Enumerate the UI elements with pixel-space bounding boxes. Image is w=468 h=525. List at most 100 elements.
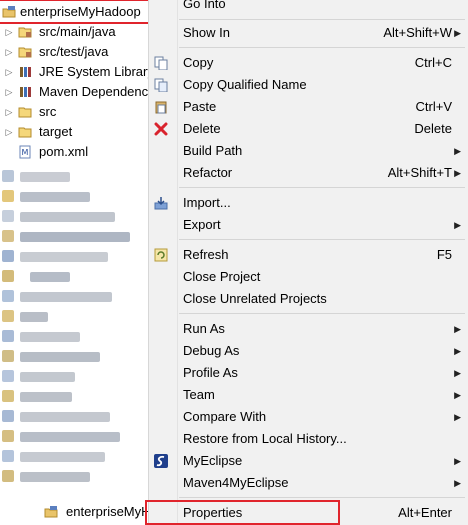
menu-item-profile-as[interactable]: Profile As ▶ bbox=[149, 362, 468, 384]
menu-item-myeclipse[interactable]: MyEclipse ▶ bbox=[149, 450, 468, 472]
menu-item-restore-local-history[interactable]: Restore from Local History... bbox=[149, 428, 468, 450]
menu-item-close-project[interactable]: Close Project bbox=[149, 266, 468, 288]
menu-separator bbox=[179, 47, 465, 48]
menu-item-label: Team bbox=[183, 387, 215, 402]
folder-icon bbox=[18, 107, 32, 118]
menu-item-label: Copy Qualified Name bbox=[183, 77, 307, 92]
tree-item-label: JRE System Library bbox=[39, 64, 148, 79]
menu-item-label: Compare With bbox=[183, 409, 267, 424]
menu-item-label: Import... bbox=[183, 195, 231, 210]
menu-item-compare-with[interactable]: Compare With ▶ bbox=[149, 406, 468, 428]
menu-item-accelerator: Ctrl+V bbox=[415, 99, 452, 114]
menu-item-team[interactable]: Team ▶ bbox=[149, 384, 468, 406]
menu-separator bbox=[179, 239, 465, 240]
submenu-arrow-icon: ▶ bbox=[454, 412, 461, 422]
package-explorer-tree: enterpriseMyHadoop ▷ src/main/java ▷ src… bbox=[0, 0, 148, 525]
menu-item-label: Maven4MyEclipse bbox=[183, 475, 289, 490]
expand-arrow-icon[interactable]: ▷ bbox=[4, 122, 14, 142]
menu-item-import[interactable]: Import... bbox=[149, 192, 468, 214]
menu-item-label: Go Into bbox=[183, 0, 226, 11]
menu-item-build-path[interactable]: Build Path ▶ bbox=[149, 140, 468, 162]
maven-file-icon: M bbox=[19, 145, 31, 159]
menu-item-export[interactable]: Export ▶ bbox=[149, 214, 468, 236]
delete-icon bbox=[154, 122, 168, 136]
copy-icon bbox=[154, 56, 168, 70]
submenu-arrow-icon: ▶ bbox=[454, 168, 461, 178]
copy-qualified-icon bbox=[154, 78, 168, 92]
menu-item-label: Close Unrelated Projects bbox=[183, 291, 327, 306]
tree-item-label: src bbox=[39, 104, 57, 119]
menu-item-label: Close Project bbox=[183, 269, 261, 284]
tree-item-label: target bbox=[39, 124, 73, 139]
submenu-arrow-icon: ▶ bbox=[454, 324, 461, 334]
menu-item-label: Delete bbox=[183, 121, 221, 136]
context-menu: Go Into Show In Alt+Shift+W ▶ Copy Ctrl+… bbox=[148, 0, 468, 525]
menu-item-accelerator: Ctrl+C bbox=[414, 55, 452, 70]
menu-item-close-unrelated[interactable]: Close Unrelated Projects bbox=[149, 288, 468, 310]
menu-item-maven4myeclipse[interactable]: Maven4MyEclipse ▶ bbox=[149, 472, 468, 494]
menu-item-label: Run As bbox=[183, 321, 225, 336]
menu-separator bbox=[179, 187, 465, 188]
expand-arrow-icon[interactable]: ▷ bbox=[4, 102, 14, 122]
menu-item-accelerator: Alt+Shift+W bbox=[383, 25, 452, 40]
tree-item-label: Maven Dependencies bbox=[39, 84, 148, 99]
submenu-arrow-icon: ▶ bbox=[454, 390, 461, 400]
menu-item-label: Show In bbox=[183, 25, 230, 40]
menu-item-debug-as[interactable]: Debug As ▶ bbox=[149, 340, 468, 362]
menu-separator bbox=[179, 497, 465, 498]
menu-item-show-in[interactable]: Show In Alt+Shift+W ▶ bbox=[149, 22, 468, 44]
menu-item-label: Paste bbox=[183, 99, 217, 114]
expand-arrow-icon[interactable]: ▷ bbox=[4, 42, 14, 62]
library-icon bbox=[20, 67, 31, 77]
submenu-arrow-icon: ▶ bbox=[454, 456, 461, 466]
menu-item-delete[interactable]: Delete Delete bbox=[149, 118, 468, 140]
menu-item-run-as[interactable]: Run As ▶ bbox=[149, 318, 468, 340]
expand-arrow-icon[interactable]: ▷ bbox=[4, 22, 14, 42]
tree-item-label: src/main/java bbox=[39, 24, 116, 39]
menu-item-label: Restore from Local History... bbox=[183, 431, 347, 446]
menu-separator bbox=[179, 313, 465, 314]
menu-item-refactor[interactable]: Refactor Alt+Shift+T ▶ bbox=[149, 162, 468, 184]
menu-item-label: Build Path bbox=[183, 143, 243, 158]
folder-icon bbox=[18, 127, 32, 138]
expand-arrow-icon[interactable]: ▷ bbox=[4, 62, 14, 82]
project-icon bbox=[44, 506, 58, 518]
menu-item-label: Copy bbox=[183, 55, 214, 70]
menu-item-label: Refresh bbox=[183, 247, 229, 262]
import-icon bbox=[154, 197, 168, 210]
menu-item-copy[interactable]: Copy Ctrl+C bbox=[149, 52, 468, 74]
tree-item-label: src/test/java bbox=[39, 44, 109, 59]
menu-item-label: Export bbox=[183, 217, 221, 232]
tree-item-label: pom.xml bbox=[39, 144, 89, 159]
menu-item-paste[interactable]: Paste Ctrl+V bbox=[149, 96, 468, 118]
menu-item-label: Refactor bbox=[183, 165, 233, 180]
tree-root-label: enterpriseMyHadoop bbox=[20, 4, 141, 19]
menu-item-copy-qualified-name[interactable]: Copy Qualified Name bbox=[149, 74, 468, 96]
menu-item-accelerator: Alt+Shift+T bbox=[387, 165, 452, 180]
menu-item-refresh[interactable]: Refresh F5 bbox=[149, 244, 468, 266]
expand-arrow-icon[interactable]: ▷ bbox=[4, 82, 14, 102]
paste-icon bbox=[155, 101, 167, 114]
submenu-arrow-icon: ▶ bbox=[454, 346, 461, 356]
menu-item-accelerator: Alt+Enter bbox=[398, 505, 452, 520]
submenu-arrow-icon: ▶ bbox=[454, 478, 461, 488]
menu-item-accelerator: F5 bbox=[436, 247, 452, 262]
menu-item-accelerator: Delete bbox=[414, 121, 452, 136]
menu-separator bbox=[179, 19, 465, 20]
refresh-icon bbox=[154, 248, 168, 262]
submenu-arrow-icon: ▶ bbox=[454, 146, 461, 156]
menu-item-label: Debug As bbox=[183, 343, 240, 358]
submenu-arrow-icon: ▶ bbox=[454, 28, 461, 38]
menu-item-label: Profile As bbox=[183, 365, 238, 380]
library-icon bbox=[20, 87, 31, 97]
myeclipse-icon bbox=[154, 454, 168, 468]
menu-item-label: MyEclipse bbox=[183, 453, 243, 468]
menu-item-go-into[interactable]: Go Into bbox=[149, 0, 468, 15]
svg-text:M: M bbox=[22, 148, 29, 157]
submenu-arrow-icon: ▶ bbox=[454, 220, 461, 230]
source-folder-icon bbox=[18, 27, 32, 38]
project-icon bbox=[2, 6, 16, 18]
selection-highlight-properties bbox=[145, 500, 340, 525]
source-folder-icon bbox=[18, 47, 32, 58]
tree-item-label: enterpriseMyHadoop bbox=[66, 504, 148, 519]
